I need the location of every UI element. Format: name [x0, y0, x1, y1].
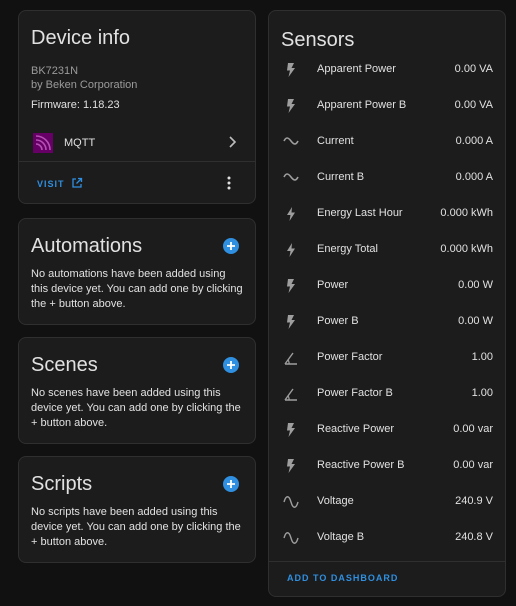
- current-ac-icon: [283, 173, 299, 181]
- sensor-value: 0.00 W: [458, 315, 493, 327]
- sensor-name: Power Factor B: [317, 387, 393, 399]
- scenes-card: Scenes No scenes have been added using t…: [18, 337, 256, 444]
- flash-icon: [287, 99, 295, 113]
- sensor-row[interactable]: Energy Last Hour 0.000 kWh: [269, 197, 505, 233]
- flash-icon: [287, 63, 295, 77]
- sensor-name: Power Factor: [317, 351, 383, 363]
- sensor-value: 0.00 W: [458, 279, 493, 291]
- add-automation-button[interactable]: [223, 238, 239, 254]
- automations-card: Automations No automations have been add…: [18, 218, 256, 325]
- sensor-value: 1.00: [471, 351, 493, 363]
- sensor-name: Apparent Power: [317, 63, 396, 75]
- sensors-card: Sensors Apparent Power 0.00 VA Apparent Po…: [268, 10, 506, 597]
- add-script-button[interactable]: [223, 476, 239, 492]
- sensor-name: Energy Last Hour: [317, 207, 403, 219]
- sensor-row[interactable]: Energy Total 0.000 kWh: [269, 233, 505, 269]
- more-vert-icon[interactable]: [227, 176, 231, 190]
- sensor-name: Apparent Power B: [317, 99, 407, 111]
- device-manufacturer: by Beken Corporation: [31, 79, 138, 91]
- device-info-card: Device info BK7231N by Beken Corporation…: [18, 10, 256, 204]
- add-to-dashboard-button[interactable]: ADD TO DASHBOARD: [287, 573, 398, 583]
- sensor-name: Reactive Power: [317, 423, 395, 435]
- scenes-title: Scenes: [31, 354, 98, 376]
- sensor-value: 1.00: [471, 387, 493, 399]
- sensor-row[interactable]: Apparent Power B 0.00 VA: [269, 89, 505, 125]
- sensor-value: 0.000 A: [455, 135, 493, 147]
- divider: [269, 561, 505, 562]
- sensor-value: 240.8 V: [455, 531, 493, 543]
- sensor-row[interactable]: Power Factor B 1.00: [269, 377, 505, 413]
- sensor-row[interactable]: Reactive Power B 0.00 var: [269, 449, 505, 485]
- angle-acute-icon: [284, 388, 297, 401]
- sensor-name: Power B: [317, 315, 359, 327]
- sensor-value: 0.000 A: [455, 171, 493, 183]
- sine-wave-icon: [283, 496, 299, 508]
- sensor-row[interactable]: Voltage 240.9 V: [269, 485, 505, 521]
- sensor-row[interactable]: Power B 0.00 W: [269, 305, 505, 341]
- scripts-title: Scripts: [31, 473, 93, 495]
- lightning-bolt-icon: [287, 243, 295, 257]
- mqtt-label: MQTT: [64, 137, 96, 149]
- lightning-bolt-icon: [287, 207, 295, 221]
- sensor-name: Energy Total: [317, 243, 378, 255]
- sensor-name: Reactive Power B: [317, 459, 405, 471]
- open-in-new-icon: [72, 177, 83, 188]
- current-ac-icon: [283, 137, 299, 145]
- automations-description: No automations have been added using thi…: [31, 268, 243, 310]
- sensor-name: Current: [317, 135, 354, 147]
- mqtt-integration-row[interactable]: MQTT: [19, 129, 255, 159]
- sensor-row[interactable]: Current B 0.000 A: [269, 161, 505, 197]
- sensor-row[interactable]: Reactive Power 0.00 var: [269, 413, 505, 449]
- angle-acute-icon: [284, 352, 297, 365]
- sensor-value: 240.9 V: [455, 495, 493, 507]
- chevron-right-icon: [229, 136, 237, 148]
- scenes-description: No scenes have been added using this dev…: [31, 387, 241, 429]
- sensor-value: 0.000 kWh: [440, 243, 493, 255]
- scripts-card: Scripts No scripts have been added using…: [18, 456, 256, 563]
- sine-wave-icon: [283, 532, 299, 544]
- sensor-value: 0.00 VA: [454, 63, 493, 75]
- divider: [19, 161, 255, 162]
- sensor-row[interactable]: Power Factor 1.00: [269, 341, 505, 377]
- flash-icon: [287, 315, 295, 329]
- scripts-description: No scripts have been added using this de…: [31, 506, 241, 548]
- mqtt-icon: [33, 133, 53, 153]
- add-scene-button[interactable]: [223, 357, 239, 373]
- device-firmware: Firmware: 1.18.23: [31, 99, 120, 111]
- sensor-value: 0.00 var: [453, 459, 493, 471]
- sensor-row[interactable]: Apparent Power 0.00 VA: [269, 53, 505, 89]
- sensor-row[interactable]: Current 0.000 A: [269, 125, 505, 161]
- visit-link[interactable]: VISIT: [37, 179, 65, 189]
- sensor-row[interactable]: Power 0.00 W: [269, 269, 505, 305]
- sensors-title: Sensors: [281, 29, 355, 51]
- sensor-name: Voltage: [317, 495, 354, 507]
- device-info-title: Device info: [31, 27, 130, 49]
- automations-title: Automations: [31, 235, 143, 257]
- sensor-value: 0.000 kWh: [440, 207, 493, 219]
- sensor-row[interactable]: Voltage B 240.8 V: [269, 521, 505, 557]
- device-model: BK7231N: [31, 65, 79, 77]
- flash-icon: [287, 459, 295, 473]
- sensor-name: Voltage B: [317, 531, 365, 543]
- sensor-name: Power: [317, 279, 349, 291]
- sensor-value: 0.00 VA: [454, 99, 493, 111]
- flash-icon: [287, 423, 295, 437]
- sensor-value: 0.00 var: [453, 423, 493, 435]
- sensor-name: Current B: [317, 171, 365, 183]
- flash-icon: [287, 279, 295, 293]
